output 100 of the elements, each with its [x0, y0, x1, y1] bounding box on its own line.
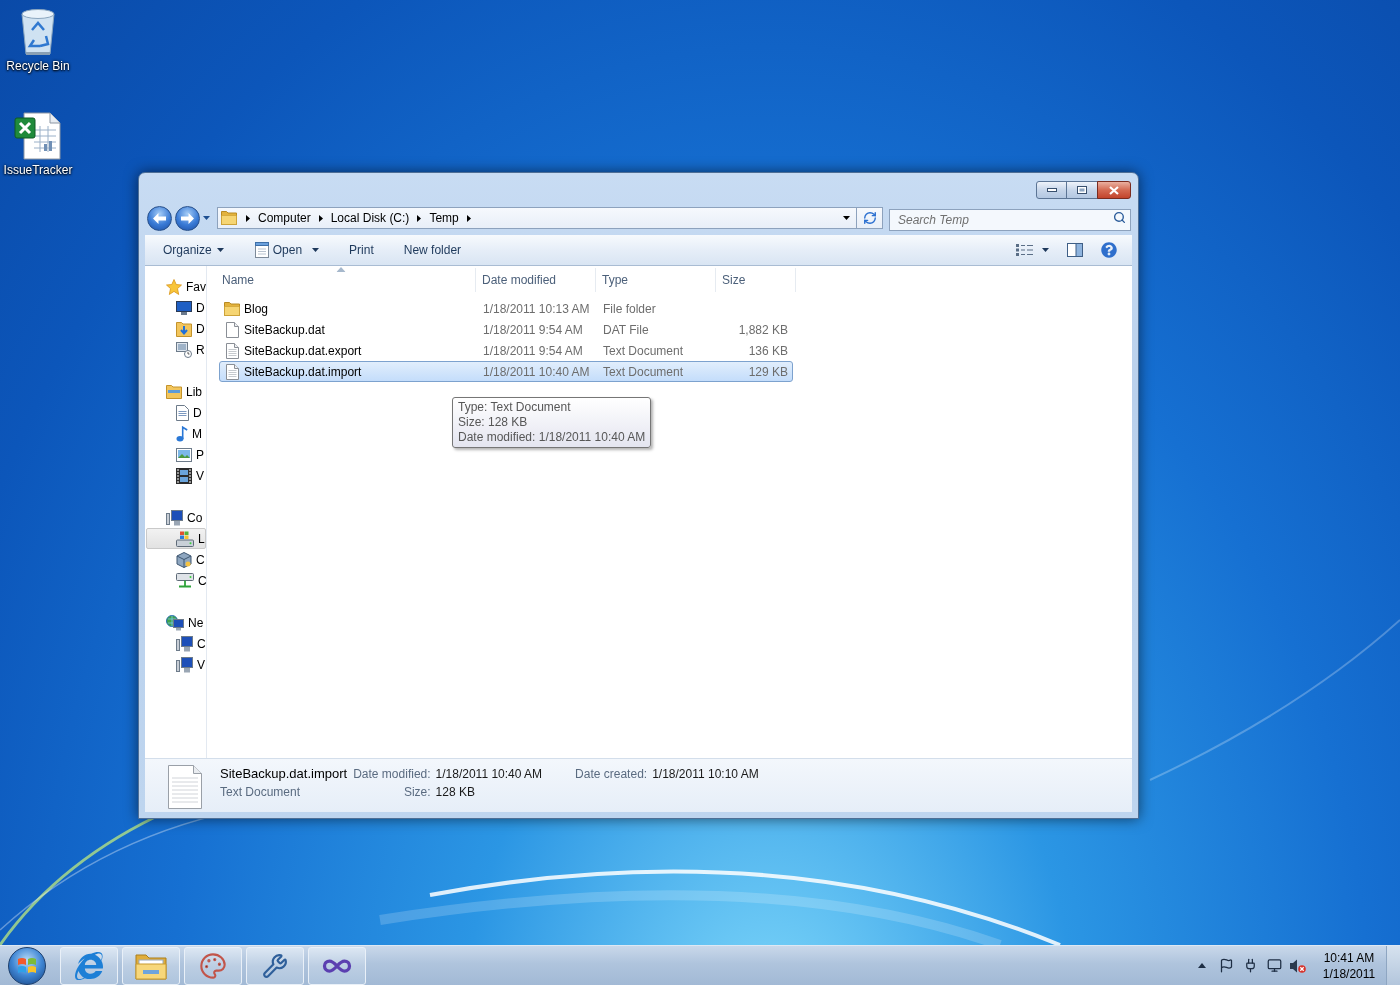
column-header[interactable]: Date modified — [476, 268, 596, 292]
maximize-icon — [1077, 186, 1087, 194]
file-type: Text Document — [603, 343, 684, 358]
refresh-icon — [862, 211, 877, 225]
document-icon — [176, 404, 189, 421]
palette-icon — [199, 951, 227, 980]
column-header[interactable]: Size — [716, 268, 796, 292]
file-row[interactable]: SiteBackup.dat.import 1/18/2011 10:40 AM Text Document 129 KB — [219, 361, 793, 382]
minimize-button[interactable] — [1036, 181, 1067, 199]
music-note-icon — [176, 425, 188, 442]
caret-down-icon — [1042, 248, 1049, 252]
flag-icon[interactable] — [1218, 958, 1234, 973]
taskbar-app-button[interactable] — [308, 946, 366, 985]
search-field[interactable]: Search Temp — [889, 209, 1131, 231]
nav-item[interactable]: Fav — [146, 276, 206, 297]
taskbar-app-button[interactable] — [246, 946, 304, 985]
spreadsheet-file-icon[interactable] — [14, 112, 62, 160]
nav-item[interactable]: D — [146, 402, 206, 423]
arrow-left-icon — [153, 212, 166, 224]
network-globe-icon — [166, 614, 184, 631]
breadcrumb-arrow-icon[interactable] — [246, 214, 250, 222]
nav-item[interactable]: L — [146, 528, 206, 549]
maximize-button[interactable] — [1066, 181, 1098, 199]
file-name: SiteBackup.dat.import — [244, 363, 362, 381]
nav-item[interactable]: D — [146, 297, 206, 318]
file-size: 129 KB — [748, 363, 788, 381]
view-list-icon — [1016, 244, 1033, 256]
taskbar-app-button[interactable] — [60, 946, 118, 985]
breadcrumb-arrow-icon[interactable] — [318, 214, 323, 222]
folder-icon — [135, 951, 167, 980]
nav-item[interactable]: V — [146, 465, 206, 486]
nav-item[interactable]: C — [146, 549, 206, 570]
nav-item[interactable]: P — [146, 444, 206, 465]
column-header[interactable]: Type — [596, 268, 716, 292]
four-pane-logo-icon — [17, 955, 37, 976]
cube-icon — [176, 551, 192, 568]
nav-item[interactable]: R — [146, 339, 206, 360]
computer-icon — [166, 509, 183, 526]
close-icon — [1109, 185, 1119, 195]
back-button[interactable] — [147, 205, 172, 231]
nav-item[interactable]: V — [146, 654, 206, 675]
toolbar-button[interactable]: Print — [342, 238, 381, 262]
tooltip-line: Type: Text Document — [458, 400, 572, 415]
file-row[interactable]: SiteBackup.dat 1/18/2011 9:54 AM DAT File 1,882 KB — [219, 319, 793, 340]
nav-item[interactable]: D — [146, 318, 206, 339]
nav-item[interactable]: C — [146, 633, 206, 654]
file-size: 1,882 KB — [738, 321, 788, 339]
speaker-muted-icon[interactable] — [1290, 958, 1306, 973]
monitor-icon[interactable] — [1266, 958, 1282, 973]
wrench-icon — [262, 952, 288, 979]
breadcrumb-item[interactable]: Local Disk (C:) — [326, 209, 414, 227]
taskbar-app-button[interactable] — [184, 946, 242, 985]
recent-places-icon — [176, 341, 192, 358]
file-size: 136 KB — [748, 342, 788, 360]
toolbar-button[interactable]: Organize — [156, 238, 231, 262]
desktop-shortcut[interactable]: Recycle Bin — [0, 4, 76, 73]
column-header[interactable]: Name — [207, 268, 476, 292]
tooltip-line: Date modified: 1/18/2011 10:40 AM — [458, 430, 646, 445]
breadcrumb-arrow-icon[interactable] — [417, 214, 422, 222]
address-history-caret-icon[interactable] — [843, 216, 850, 220]
details-file-type: Text Document — [220, 784, 302, 801]
nav-item[interactable]: Lib — [146, 381, 206, 402]
file-row[interactable]: SiteBackup.dat.export 1/18/2011 9:54 AM Text Document 136 KB — [219, 340, 793, 361]
folder-icon — [224, 301, 240, 316]
file-type: File folder — [603, 301, 656, 316]
property-label: Date modified: — [353, 766, 431, 783]
property-value: 1/18/2011 10:10 AM — [652, 766, 759, 783]
file-type: Text Document — [603, 364, 684, 379]
nav-item[interactable]: M — [146, 423, 206, 444]
breadcrumb-arrow-icon[interactable] — [466, 214, 471, 222]
details-file-name: SiteBackup.dat.import — [220, 765, 348, 783]
desktop-shortcut[interactable]: IssueTracker — [0, 108, 76, 177]
caret-up-icon[interactable] — [1198, 963, 1206, 968]
toolbar-button[interactable]: Open — [246, 238, 327, 262]
search-icon[interactable] — [1113, 211, 1126, 224]
network-drive-icon — [176, 573, 194, 588]
refresh-button[interactable] — [856, 207, 883, 229]
nav-item[interactable]: Ne — [146, 612, 206, 633]
start-button[interactable] — [8, 946, 46, 985]
property-label: Size: — [402, 784, 431, 801]
help-icon — [1101, 242, 1117, 258]
file-row[interactable]: Blog 1/18/2011 10:13 AM File folder — [219, 298, 793, 319]
breadcrumb-item[interactable]: Computer — [254, 209, 315, 227]
toolbar-button[interactable]: New folder — [396, 238, 469, 262]
close-button[interactable] — [1097, 181, 1131, 199]
text-file-icon — [225, 342, 239, 359]
film-icon — [176, 467, 192, 484]
breadcrumb-item[interactable]: Temp — [425, 209, 463, 227]
property-value: 1/18/2011 10:40 AM — [435, 766, 543, 783]
library-icon — [166, 384, 182, 399]
nav-item[interactable]: C — [146, 570, 206, 591]
recycle-bin-icon[interactable] — [20, 8, 56, 56]
nav-item[interactable]: Co — [146, 507, 206, 528]
property-label: Date created: — [575, 766, 648, 783]
recent-pages-caret-icon[interactable] — [203, 216, 210, 220]
forward-button[interactable] — [175, 205, 200, 231]
file-type: DAT File — [603, 322, 649, 337]
notepad-icon — [253, 242, 270, 258]
caret-down-icon — [312, 248, 320, 252]
address-bar[interactable]: Computer Local Disk (C:) Temp — [217, 207, 857, 229]
